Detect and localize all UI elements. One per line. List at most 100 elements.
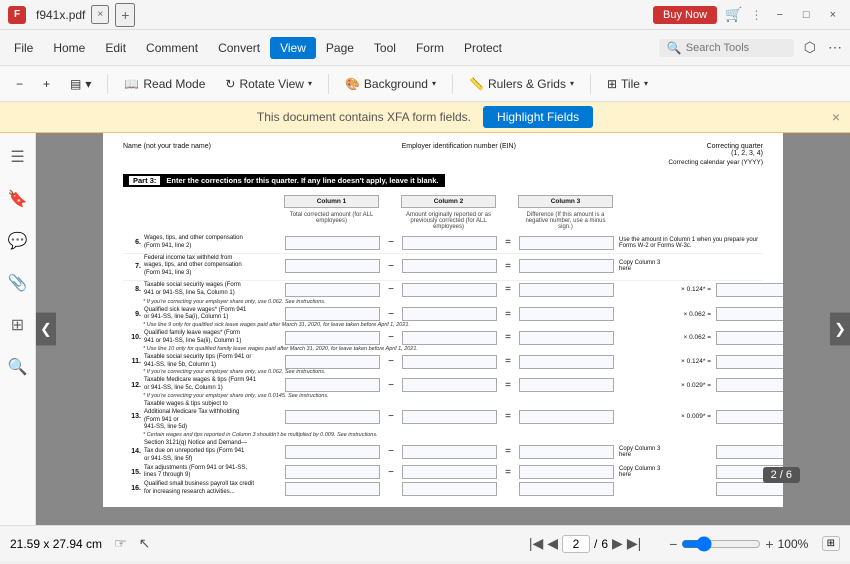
row-9-col4-input[interactable] bbox=[716, 307, 783, 321]
row-15-col3-input[interactable] bbox=[519, 465, 614, 479]
row-12-minus: − bbox=[381, 380, 401, 391]
first-page-button[interactable]: |◀ bbox=[529, 535, 543, 552]
row-7-col1-input[interactable] bbox=[285, 259, 380, 273]
row-7-col2-input[interactable] bbox=[402, 259, 497, 273]
sidebar-pages-icon[interactable]: ☰ bbox=[4, 141, 30, 173]
row-10-col4-input[interactable] bbox=[716, 331, 783, 345]
row-12-col2-input[interactable] bbox=[402, 378, 497, 392]
sidebar-comment-icon[interactable]: 💬 bbox=[2, 225, 34, 257]
row-16-col3-input[interactable] bbox=[519, 482, 614, 496]
sidebar-bookmark-icon[interactable]: 🔖 bbox=[2, 183, 34, 215]
minimize-button[interactable]: − bbox=[770, 7, 788, 23]
notification-bar: This document contains XFA form fields. … bbox=[0, 102, 850, 133]
row-13-col4-input[interactable] bbox=[716, 410, 783, 424]
row-16-col4-input[interactable] bbox=[716, 482, 783, 496]
menu-tool[interactable]: Tool bbox=[364, 37, 406, 59]
row-15-col2-input[interactable] bbox=[402, 465, 497, 479]
menu-comment[interactable]: Comment bbox=[136, 37, 208, 59]
sidebar-search-icon[interactable]: 🔍 bbox=[2, 351, 34, 383]
row-16-col1-input[interactable] bbox=[285, 482, 380, 496]
row-6-col2-input[interactable] bbox=[402, 236, 497, 250]
menu-form[interactable]: Form bbox=[406, 37, 454, 59]
zoom-in-bottom-button[interactable]: + bbox=[765, 536, 773, 552]
search-input[interactable] bbox=[686, 42, 786, 54]
read-mode-button[interactable]: 📖 Read Mode bbox=[116, 74, 213, 94]
row-13: 13. Taxable wages & tips subject toAddit… bbox=[123, 401, 763, 432]
row-13-col3-input[interactable] bbox=[519, 410, 614, 424]
row-9-col2-input[interactable] bbox=[402, 307, 497, 321]
sidebar-attachments-icon[interactable]: 📎 bbox=[2, 267, 34, 299]
row-12-col3-input[interactable] bbox=[519, 378, 614, 392]
row-10-col3-input[interactable] bbox=[519, 331, 614, 345]
hand-tool-button[interactable]: ☞ bbox=[110, 533, 131, 554]
row-6-col1-input[interactable] bbox=[285, 236, 380, 250]
highlight-fields-button[interactable]: Highlight Fields bbox=[483, 106, 593, 128]
page-number-input[interactable] bbox=[562, 535, 590, 553]
menu-page[interactable]: Page bbox=[316, 37, 364, 59]
menu-search[interactable]: 🔍 bbox=[659, 39, 794, 57]
view-mode-button[interactable]: ▤ ▾ bbox=[62, 74, 99, 94]
zoom-out-button[interactable]: − bbox=[8, 74, 31, 94]
row-6-desc: Wages, tips, and other compensation(Form… bbox=[144, 235, 284, 251]
zoom-out-bottom-button[interactable]: − bbox=[669, 536, 677, 552]
row-10-col2-input[interactable] bbox=[402, 331, 497, 345]
sidebar-layers-icon[interactable]: ⊞ bbox=[5, 309, 30, 341]
menu-view[interactable]: View bbox=[270, 37, 316, 59]
prev-page-button[interactable]: ◀ bbox=[547, 535, 558, 552]
zoom-in-button[interactable]: + bbox=[35, 74, 58, 94]
row-10-col1-input[interactable] bbox=[285, 331, 380, 345]
last-page-button[interactable]: ▶| bbox=[627, 535, 641, 552]
row-7-col3-input[interactable] bbox=[519, 259, 614, 273]
zoom-out-icon: − bbox=[16, 77, 23, 91]
row-14-num: 14. bbox=[123, 448, 143, 455]
row-13-col2-input[interactable] bbox=[402, 410, 497, 424]
doc-left-arrow[interactable]: ❮ bbox=[36, 313, 56, 346]
row-12-col1-input[interactable] bbox=[285, 378, 380, 392]
select-tool-button[interactable]: ↖ bbox=[135, 533, 155, 554]
fit-page-button[interactable]: ⊞ bbox=[822, 536, 840, 551]
row-13-col1-input[interactable] bbox=[285, 410, 380, 424]
menu-protect[interactable]: Protect bbox=[454, 37, 512, 59]
tile-button[interactable]: ⊞ Tile ▾ bbox=[599, 74, 656, 94]
row-14-col4-input[interactable] bbox=[716, 445, 783, 459]
background-button[interactable]: 🎨 Background ▾ bbox=[337, 74, 444, 94]
row-14-col3-input[interactable] bbox=[519, 445, 614, 459]
tab-add-button[interactable]: + bbox=[115, 3, 135, 27]
row-9-col3-input[interactable] bbox=[519, 307, 614, 321]
row-11-num: 11. bbox=[123, 358, 143, 365]
row-11-col2-input[interactable] bbox=[402, 355, 497, 369]
row-6-col3-input[interactable] bbox=[519, 236, 614, 250]
row-15-col1-input[interactable] bbox=[285, 465, 380, 479]
close-button[interactable]: × bbox=[824, 7, 842, 23]
row-14-col1-input[interactable] bbox=[285, 445, 380, 459]
menu-home[interactable]: Home bbox=[43, 37, 95, 59]
menu-convert[interactable]: Convert bbox=[208, 37, 270, 59]
row-14-col2-input[interactable] bbox=[402, 445, 497, 459]
row-12-col4-input[interactable] bbox=[716, 378, 783, 392]
notification-close-button[interactable]: × bbox=[832, 109, 840, 125]
row-16-col2-input[interactable] bbox=[402, 482, 497, 496]
next-page-button[interactable]: ▶ bbox=[612, 535, 623, 552]
share-icon[interactable]: ⬡ bbox=[800, 37, 820, 58]
zoom-slider[interactable] bbox=[681, 536, 761, 552]
rotate-view-button[interactable]: ↻ Rotate View ▾ bbox=[217, 74, 320, 94]
row-8-col2-input[interactable] bbox=[402, 283, 497, 297]
row-12-num: 12. bbox=[123, 382, 143, 389]
doc-right-arrow[interactable]: ❯ bbox=[830, 313, 850, 346]
row-6-equals: = bbox=[498, 237, 518, 248]
tab-close-button[interactable]: × bbox=[91, 5, 109, 24]
more-icon[interactable]: ⋯ bbox=[824, 37, 846, 58]
row-11-col1-input[interactable] bbox=[285, 355, 380, 369]
buy-now-button[interactable]: Buy Now bbox=[653, 6, 717, 24]
menu-file[interactable]: File bbox=[4, 37, 43, 59]
row-8-col4-input[interactable] bbox=[716, 283, 783, 297]
row-11-col3-input[interactable] bbox=[519, 355, 614, 369]
maximize-button[interactable]: □ bbox=[797, 7, 816, 23]
row-9-col1-input[interactable] bbox=[285, 307, 380, 321]
row-11-col4-input[interactable] bbox=[716, 355, 783, 369]
rulers-grids-button[interactable]: 📏 Rulers & Grids ▾ bbox=[461, 74, 582, 94]
menu-edit[interactable]: Edit bbox=[95, 37, 136, 59]
row-8-col1-input[interactable] bbox=[285, 283, 380, 297]
row-8-note: * If you're correcting your employer sha… bbox=[123, 299, 763, 305]
row-8-col3-input[interactable] bbox=[519, 283, 614, 297]
